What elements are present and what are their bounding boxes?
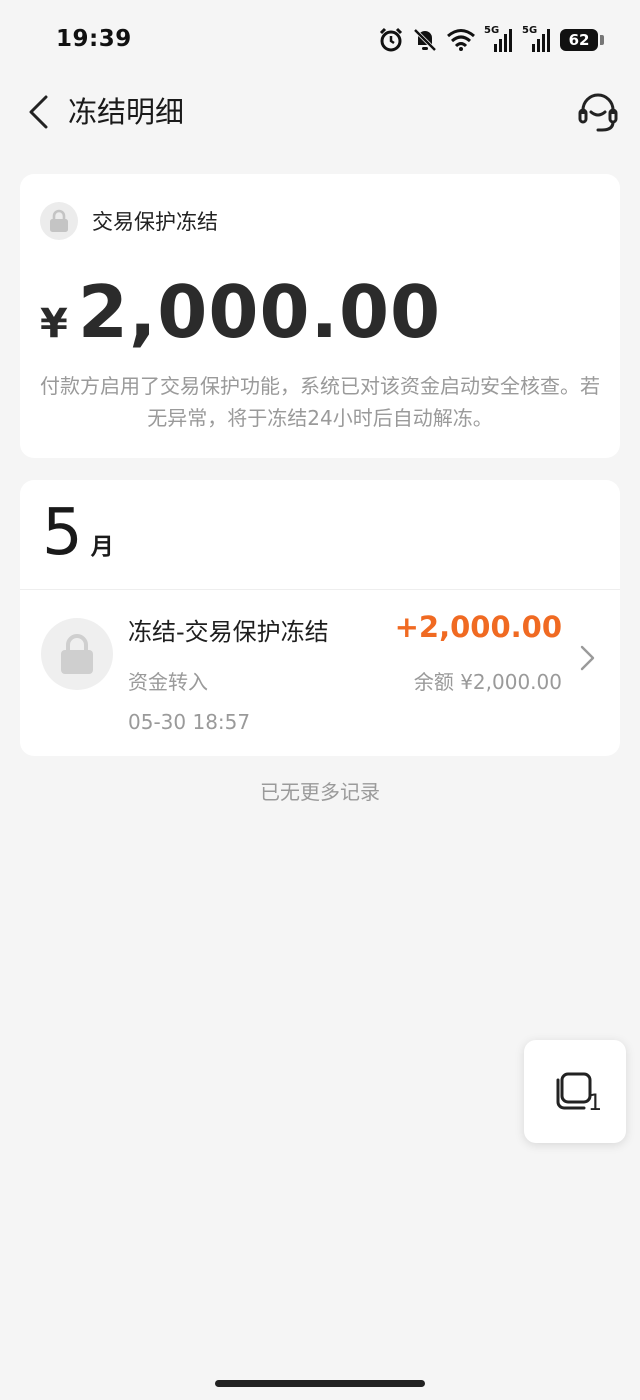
battery-cap [600, 35, 604, 45]
battery-level: 62 [568, 31, 590, 49]
record-balance: 余额 ¥2,000.00 [413, 670, 562, 694]
status-time: 19:39 [56, 26, 132, 52]
records-card: 5 月 冻结-交易保护冻结 资金转入 05-30 18:57 +2,000.00… [20, 480, 620, 756]
record-amount: +2,000.00 [394, 610, 562, 644]
amount-value: 2,000.00 [77, 270, 442, 354]
record-time: 05-30 18:57 [128, 710, 251, 734]
wifi-icon [447, 29, 475, 51]
battery-indicator: 62 [560, 29, 604, 51]
freeze-detail-page: 19:39 5G 5G 62 冻结明细 交易保护冻结 ¥ 2,000.00 付款… [0, 0, 640, 1400]
currency-symbol: ¥ [40, 301, 68, 347]
chevron-left-icon [29, 95, 48, 129]
month-unit: 月 [90, 534, 114, 560]
alarm-icon [379, 27, 403, 52]
signal-5g-icon: 5G [522, 25, 552, 53]
freeze-type-row: 交易保护冻结 [40, 202, 218, 240]
month-header: 5 月 [42, 496, 114, 570]
record-subtitle: 资金转入 [128, 670, 208, 694]
headset-icon [578, 93, 618, 132]
customer-service-button[interactable] [574, 88, 622, 136]
floating-window-count: 1 [588, 1091, 602, 1116]
home-indicator[interactable] [215, 1380, 425, 1387]
chevron-right-icon [580, 645, 595, 671]
mute-bell-icon [413, 28, 437, 52]
header: 冻结明细 [0, 84, 640, 140]
freeze-type-label: 交易保护冻结 [92, 210, 218, 234]
back-button[interactable] [18, 92, 58, 132]
signal-5g-icon: 5G [484, 25, 514, 53]
status-icons: 5G 5G 62 [378, 25, 604, 54]
record-item[interactable]: 冻结-交易保护冻结 资金转入 05-30 18:57 +2,000.00 余额 … [20, 590, 620, 756]
no-more-records: 已无更多记录 [260, 780, 380, 804]
lock-icon [41, 618, 113, 690]
lock-icon [40, 202, 78, 240]
page-title: 冻结明细 [68, 95, 185, 129]
month-number: 5 [42, 496, 83, 570]
frozen-amount: ¥ 2,000.00 [40, 270, 441, 354]
status-bar: 19:39 5G 5G 62 [0, 0, 640, 80]
floating-window-button[interactable]: 1 [524, 1040, 626, 1143]
freeze-summary-card: 交易保护冻结 ¥ 2,000.00 付款方启用了交易保护功能，系统已对该资金启动… [20, 174, 620, 458]
record-title: 冻结-交易保护冻结 [128, 618, 329, 646]
freeze-notice: 付款方启用了交易保护功能，系统已对该资金启动安全核查。若无异常，将于冻结24小时… [40, 374, 600, 430]
